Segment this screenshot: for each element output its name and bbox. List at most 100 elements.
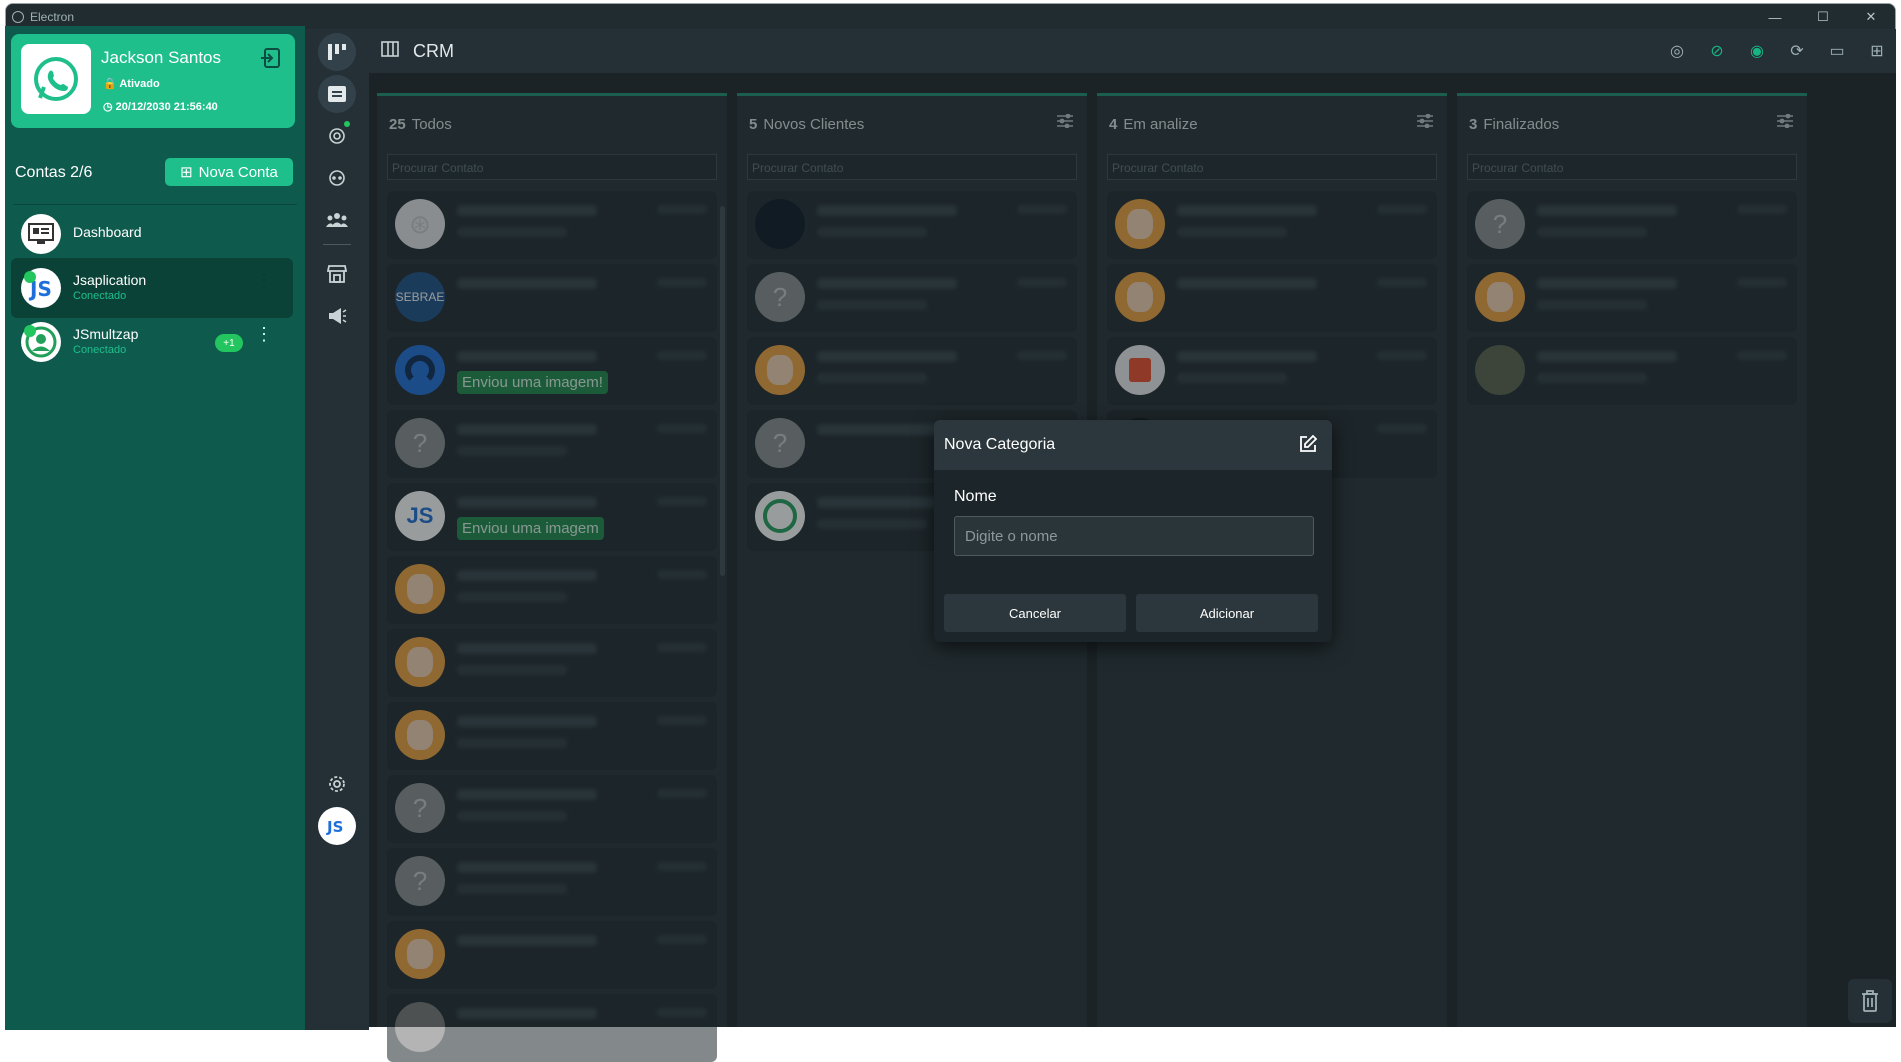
profile-name: Jackson Santos [101,48,221,68]
megaphone-icon[interactable] [318,297,356,335]
eye-off-icon[interactable]: ⊘ [1704,39,1730,63]
column-title: 5 Novos Clientes [749,116,864,133]
contact-card[interactable] [1107,337,1437,405]
column-title: 25 Todos [389,116,452,133]
contact-card[interactable]: ? [387,775,717,843]
unknown-avatar-icon: ? [1475,199,1525,249]
logout-icon[interactable] [259,46,285,72]
column-count: 5 [749,116,757,133]
contact-search-input[interactable]: Procurar Contato [387,154,717,180]
contact-card[interactable] [1467,264,1797,332]
add-button[interactable]: Adicionar [1136,594,1318,632]
electron-icon [12,11,24,23]
image-message-badge: Enviou uma imagem [457,517,604,540]
whatsapp-logo-icon [21,44,91,114]
accounts-count: Contas 2/6 [15,164,92,182]
crm-column-finalizados: 3Finalizados Procurar Contato ? [1457,93,1807,1027]
contact-search-input[interactable]: Procurar Contato [1107,154,1437,180]
account-status: Conectado [73,290,126,302]
chat-icon[interactable]: ▭ [1824,39,1850,63]
inbox-icon[interactable] [318,75,356,113]
contact-card[interactable] [1107,264,1437,332]
contact-card[interactable]: ? [387,410,717,478]
profile-status-text: Ativado [119,78,159,90]
chat-bot-icon[interactable] [318,159,356,197]
profile-date-text: 20/12/2030 21:56:40 [116,101,218,113]
account-item-dashboard[interactable]: Dashboard [11,204,293,264]
openai-icon[interactable] [318,117,356,155]
contact-card[interactable] [747,191,1077,259]
account-status: Conectado [73,344,126,356]
icon-rail: JS [305,29,369,1030]
plus-square-icon: ⊞ [180,163,193,181]
store-icon[interactable] [318,255,356,293]
eye-icon[interactable]: ◉ [1744,39,1770,63]
account-item-jsaplication[interactable]: JS Jsaplication Conectado ⋮ [11,258,293,318]
trash-icon[interactable] [1848,979,1892,1023]
more-options-icon[interactable]: ⋮ [255,330,273,338]
unknown-avatar-icon: ? [395,418,445,468]
contact-card[interactable]: Enviou uma imagem! [387,337,717,405]
column-name: Novos Clientes [763,116,864,133]
user-avatar[interactable]: JS [318,807,356,845]
contact-card[interactable] [387,994,717,1062]
unknown-avatar-icon: ? [395,856,445,906]
filter-sliders-icon[interactable] [1417,114,1433,133]
contact-card[interactable] [387,556,717,624]
dashboard-icon [21,214,61,254]
contact-card[interactable]: JS Enviou uma imagem [387,483,717,551]
contact-card[interactable]: ? [1467,191,1797,259]
jsaplication-avatar: JS [395,491,445,541]
cartoon-avatar [395,929,445,979]
cartoon-avatar [1115,199,1165,249]
name-field-label: Nome [954,488,997,506]
cartoon-avatar [395,564,445,614]
contact-card[interactable] [1107,191,1437,259]
contact-card[interactable] [1467,337,1797,405]
account-name: Dashboard [73,224,142,240]
column-count: 4 [1109,116,1117,133]
column-count: 3 [1469,116,1477,133]
contact-search-input[interactable]: Procurar Contato [747,154,1077,180]
new-account-label: Nova Conta [199,164,278,181]
more-options-icon[interactable]: ⋮ [255,276,273,284]
filter-sliders-icon[interactable] [1777,114,1793,133]
cartoon-avatar [755,345,805,395]
contact-avatar [395,345,445,395]
column-title: 3Finalizados [1469,116,1559,133]
jsmultzap-avatar [21,322,61,362]
contact-card[interactable]: SEBRAE [387,264,717,332]
contact-card[interactable] [387,702,717,770]
contact-card[interactable]: ? [747,264,1077,332]
cartoon-avatar [1475,272,1525,322]
contact-avatar [395,1002,445,1052]
column-count: 25 [389,116,406,133]
minimize-button[interactable]: — [1751,4,1799,30]
column-name: Todos [412,116,452,133]
cancel-button[interactable]: Cancelar [944,594,1126,632]
contact-card[interactable] [747,337,1077,405]
maximize-button[interactable]: ☐ [1799,4,1847,30]
openai-toggle-icon[interactable]: ◎ [1664,39,1690,63]
scrollbar[interactable] [720,206,725,576]
modal-title: Nova Categoria [944,436,1055,454]
groups-icon[interactable] [318,201,356,239]
column-title: 4Em analize [1109,116,1198,133]
contact-card[interactable]: ⊛ [387,191,717,259]
settings-gear-icon[interactable] [318,765,356,803]
contact-card[interactable]: ? [387,848,717,916]
contact-card[interactable] [387,629,717,697]
account-item-jsmultzap[interactable]: JSmultzap Conectado +1 ⋮ [11,312,293,372]
filter-sliders-icon[interactable] [1057,114,1073,133]
refresh-icon[interactable]: ⟳ [1784,39,1810,63]
profile-date: ◷ 20/12/2030 21:56:40 [103,100,218,113]
contact-card[interactable] [387,921,717,989]
add-category-icon[interactable]: ⊞ [1864,39,1890,63]
kanban-icon[interactable] [318,33,356,71]
cartoon-avatar [395,637,445,687]
close-button[interactable]: ✕ [1847,4,1895,30]
category-name-input[interactable] [954,516,1314,556]
contact-search-input[interactable]: Procurar Contato [1467,154,1797,180]
account-name: JSmultzap [73,326,138,342]
new-account-button[interactable]: ⊞ Nova Conta [165,158,293,186]
